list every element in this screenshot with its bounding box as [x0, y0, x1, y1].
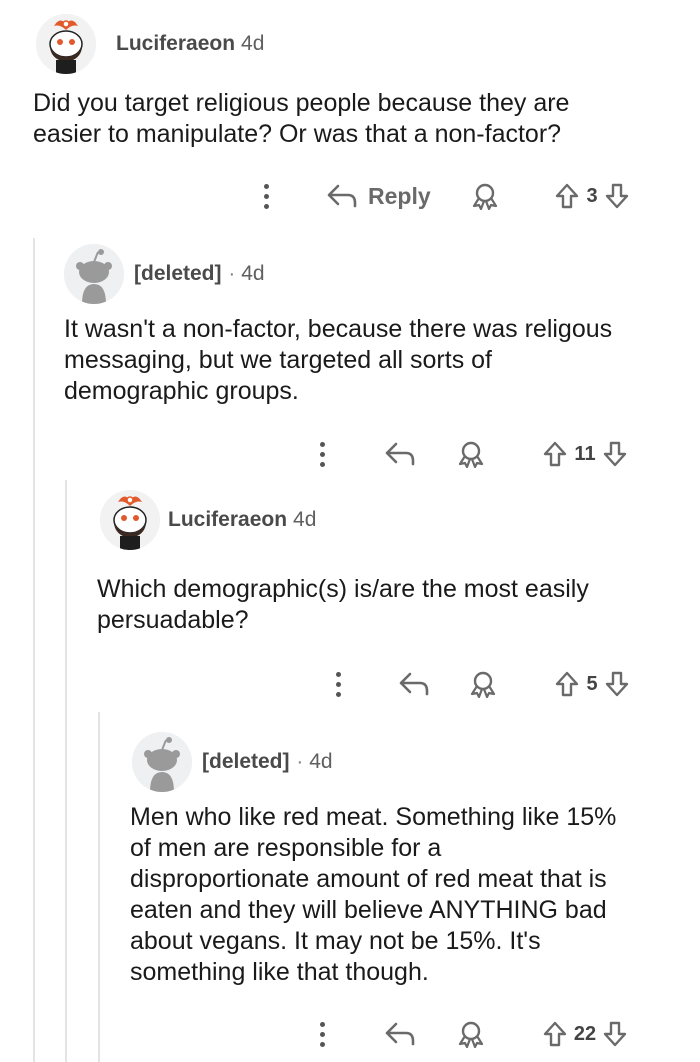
downvote-arrow-icon[interactable] — [604, 670, 630, 698]
comment-author[interactable]: Luciferaeon — [168, 508, 287, 532]
custom-snoo-avatar-icon — [100, 490, 160, 550]
vote-count: 5 — [586, 672, 598, 695]
comment-author[interactable]: Luciferaeon — [116, 32, 235, 56]
comment-body-line: of men are responsible for a — [130, 834, 442, 862]
more-options-icon — [312, 1014, 332, 1054]
custom-snoo-avatar-icon — [36, 14, 96, 74]
meta-separator: · — [228, 262, 236, 285]
comment-header: Luciferaeon 4d — [100, 488, 316, 552]
upvote-arrow-icon[interactable] — [542, 440, 568, 468]
comment-actions: 11 — [0, 434, 700, 474]
comment-age: 4d — [293, 508, 317, 531]
comment-body-line: Men who like red meat. Something like 15… — [130, 803, 617, 831]
user-avatar[interactable] — [36, 14, 96, 74]
vote-controls: 3 — [540, 176, 644, 216]
comment-body-line: disproportionate amount of red meat that… — [130, 865, 607, 893]
comment-4: [deleted] · 4d Men who like red meat. So… — [0, 710, 700, 1062]
award-button[interactable] — [468, 176, 502, 216]
comment-header: [deleted] · 4d — [64, 242, 265, 306]
comment-header: Luciferaeon 4d — [36, 12, 264, 76]
comment-actions: 5 — [0, 664, 700, 704]
comment-body: It wasn't a non-factor, because there wa… — [64, 314, 612, 407]
comment-body-line: about vegans. It may not be 15%. It's — [130, 927, 541, 955]
comment-1: Luciferaeon 4d Did you target religious … — [0, 0, 700, 238]
comment-body-line: something like that though. — [130, 958, 429, 986]
meta-separator: · — [296, 750, 304, 773]
comment-body: Men who like red meat. Something like 15… — [130, 802, 616, 988]
comment-age: 4d — [309, 750, 333, 773]
award-button[interactable] — [454, 1014, 488, 1054]
comment-actions: Reply 3 — [0, 176, 700, 216]
more-options-icon — [328, 664, 348, 704]
comment-body: Did you target religious people because … — [33, 88, 569, 150]
comment-body-line: demographic groups. — [64, 377, 299, 405]
comment-body-line: messaging, but we targeted all sorts of — [64, 346, 493, 374]
comment-author: [deleted] — [202, 750, 290, 773]
comment-thread: Luciferaeon 4d Did you target religious … — [0, 0, 700, 1062]
comment-age: 4d — [241, 32, 265, 55]
more-options-button[interactable] — [326, 664, 350, 704]
comment-body-line: Which demographic(s) is/are the most eas… — [97, 575, 589, 603]
reply-button[interactable]: Reply — [326, 176, 436, 216]
upvote-arrow-icon[interactable] — [554, 670, 580, 698]
reply-button[interactable] — [394, 664, 434, 704]
reply-arrow-icon — [385, 1022, 415, 1046]
comment-3: Luciferaeon 4d Which demographic(s) is/a… — [0, 478, 700, 710]
upvote-arrow-icon[interactable] — [542, 1020, 568, 1048]
user-avatar[interactable] — [100, 490, 160, 550]
comment-age: 4d — [241, 262, 265, 285]
award-icon — [470, 671, 496, 698]
award-icon — [458, 1021, 484, 1048]
user-avatar[interactable] — [64, 244, 124, 304]
reply-arrow-icon — [385, 442, 415, 466]
more-options-icon — [312, 434, 332, 474]
award-button[interactable] — [454, 434, 488, 474]
downvote-arrow-icon[interactable] — [604, 182, 630, 210]
more-options-icon — [256, 176, 276, 216]
comment-body: Which demographic(s) is/are the most eas… — [97, 574, 589, 636]
comment-actions: 22 — [0, 1014, 700, 1054]
award-icon — [458, 441, 484, 468]
vote-count: 11 — [574, 442, 596, 465]
upvote-arrow-icon[interactable] — [554, 182, 580, 210]
comment-body-line: persuadable? — [97, 606, 249, 634]
comment-body-line: eaten and they will believe ANYTHING bad — [130, 896, 607, 924]
award-icon — [472, 183, 498, 210]
vote-controls: 22 — [526, 1014, 644, 1054]
comment-body-line: It wasn't a non-factor, because there wa… — [64, 315, 613, 343]
default-snoo-avatar-icon — [64, 244, 124, 304]
reply-label: Reply — [368, 182, 431, 209]
default-snoo-avatar-icon — [132, 732, 192, 792]
more-options-button[interactable] — [254, 176, 278, 216]
reply-button[interactable] — [380, 1014, 420, 1054]
vote-controls: 11 — [526, 434, 644, 474]
reply-arrow-icon — [399, 672, 429, 696]
vote-count: 3 — [586, 184, 598, 207]
more-options-button[interactable] — [310, 434, 334, 474]
downvote-arrow-icon[interactable] — [602, 1020, 628, 1048]
award-button[interactable] — [466, 664, 500, 704]
reply-arrow-icon — [327, 184, 357, 208]
vote-controls: 5 — [540, 664, 644, 704]
comment-body-line: easier to manipulate? Or was that a non-… — [33, 120, 562, 148]
vote-count: 22 — [573, 1022, 597, 1045]
reply-button[interactable] — [380, 434, 420, 474]
downvote-arrow-icon[interactable] — [602, 440, 628, 468]
more-options-button[interactable] — [310, 1014, 334, 1054]
comment-body-line: Did you target religious people because … — [33, 89, 570, 117]
user-avatar[interactable] — [132, 732, 192, 792]
comment-2: [deleted] · 4d It wasn't a non-factor, b… — [0, 238, 700, 478]
comment-author: [deleted] — [134, 262, 222, 285]
comment-header: [deleted] · 4d — [132, 730, 333, 794]
